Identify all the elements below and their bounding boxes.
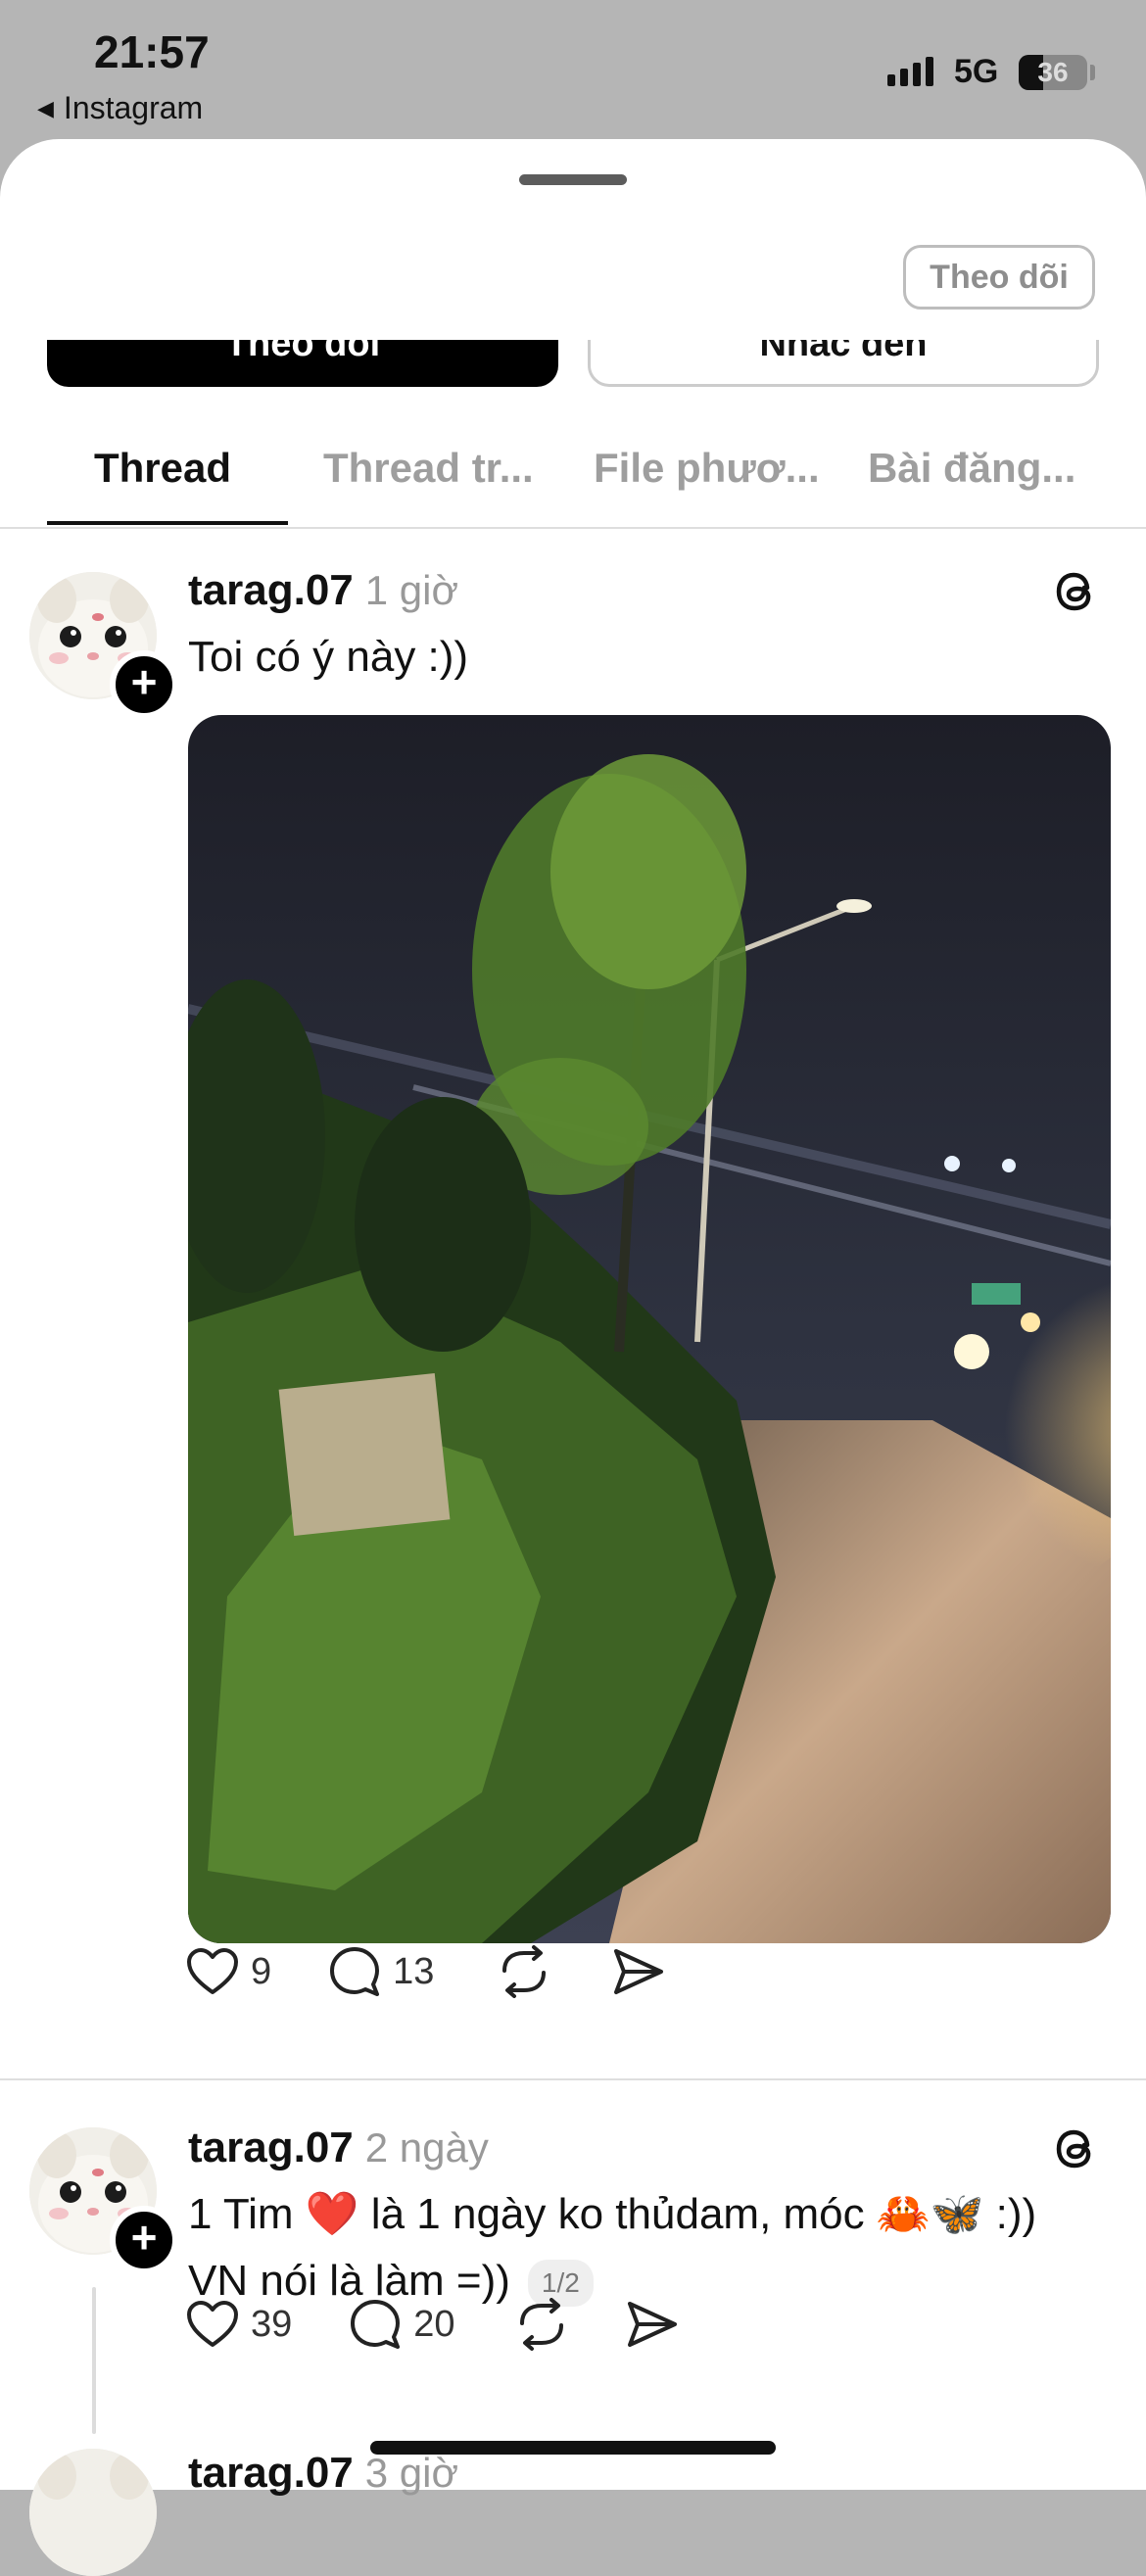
- post-time: 3 giờ: [364, 2450, 459, 2496]
- repost-button[interactable]: [497, 1945, 551, 1998]
- follow-button-small[interactable]: Theo dõi: [903, 245, 1095, 310]
- heart-icon: [187, 2301, 238, 2347]
- post-time: 1 giờ: [364, 567, 459, 613]
- username[interactable]: tarag.07: [188, 566, 354, 614]
- post-author[interactable]: tarag.07 1 giờ: [188, 566, 458, 615]
- share-button[interactable]: [612, 1947, 665, 1996]
- comment-button[interactable]: 20: [349, 2298, 455, 2351]
- post-text-line1: 1 Tim ❤️ là 1 ngày ko thủdam, móc 🦀🦋 :)): [188, 2190, 1037, 2238]
- follow-button[interactable]: Theo dõi: [47, 340, 558, 387]
- post-time: 2 ngày: [364, 2124, 489, 2171]
- post-photo[interactable]: [188, 715, 1111, 1943]
- share-send-icon: [627, 2302, 677, 2347]
- post-text: Toi có ý này :)): [188, 633, 469, 681]
- tab-media[interactable]: File phươ...: [594, 445, 820, 492]
- status-bar: 21:57 ◀ Instagram 5G 36: [0, 0, 1146, 147]
- comment-bubble-icon: [330, 1947, 380, 1996]
- post-divider: [0, 2078, 1146, 2080]
- profile-tabs: Thread Thread tr... File phươ... Bài đăn…: [0, 423, 1146, 529]
- tab-thread-replies[interactable]: Thread tr...: [323, 445, 534, 492]
- tab-thread[interactable]: Thread: [94, 445, 231, 492]
- status-time: 21:57: [94, 26, 210, 77]
- battery-icon: 36: [1019, 55, 1087, 90]
- repost-button[interactable]: [514, 2298, 569, 2351]
- threads-logo-icon[interactable]: [1048, 564, 1103, 619]
- share-send-icon: [614, 1949, 664, 1994]
- back-triangle-icon: ◀: [37, 95, 54, 120]
- tab-reposts[interactable]: Bài đăng...: [868, 445, 1075, 492]
- follow-plus-icon[interactable]: +: [110, 2206, 178, 2274]
- comment-bubble-icon: [351, 2300, 401, 2349]
- home-indicator[interactable]: [370, 2441, 776, 2455]
- thread-connector: [92, 2287, 96, 2434]
- post-author[interactable]: tarag.07 2 ngày: [188, 2123, 489, 2172]
- follow-plus-icon[interactable]: +: [110, 650, 178, 719]
- network-type: 5G: [954, 53, 999, 90]
- like-button[interactable]: 9: [186, 1947, 271, 1996]
- post-2-actions: 39 20: [186, 2298, 679, 2351]
- repost-icon: [502, 1945, 547, 1998]
- post-author[interactable]: tarag.07 3 giờ: [188, 2449, 458, 2498]
- night-road-photo: [188, 715, 1111, 1943]
- like-count: 39: [251, 2303, 293, 2345]
- mention-button[interactable]: Nhắc đến: [588, 340, 1099, 387]
- comment-button[interactable]: 13: [328, 1945, 434, 1998]
- heart-icon: [187, 1948, 238, 1994]
- signal-bars-icon: [887, 57, 933, 86]
- threads-logo-icon[interactable]: [1048, 2122, 1103, 2176]
- post-1-actions: 9 13: [186, 1945, 665, 1998]
- username[interactable]: tarag.07: [188, 2449, 354, 2497]
- avatar[interactable]: [29, 2449, 157, 2576]
- comment-count: 20: [413, 2303, 455, 2345]
- battery-level: 36: [1037, 57, 1069, 87]
- active-tab-indicator: [47, 521, 288, 525]
- cat-avatar-icon: [29, 2449, 157, 2576]
- repost-icon: [519, 2298, 563, 2351]
- like-button[interactable]: 39: [186, 2300, 292, 2349]
- back-app-label: Instagram: [63, 90, 204, 125]
- comment-count: 13: [393, 1950, 435, 1992]
- like-count: 9: [251, 1950, 272, 1992]
- back-to-app-link[interactable]: ◀ Instagram: [37, 90, 203, 126]
- sheet-grabber[interactable]: [519, 174, 627, 185]
- username[interactable]: tarag.07: [188, 2123, 354, 2171]
- share-button[interactable]: [626, 2300, 679, 2349]
